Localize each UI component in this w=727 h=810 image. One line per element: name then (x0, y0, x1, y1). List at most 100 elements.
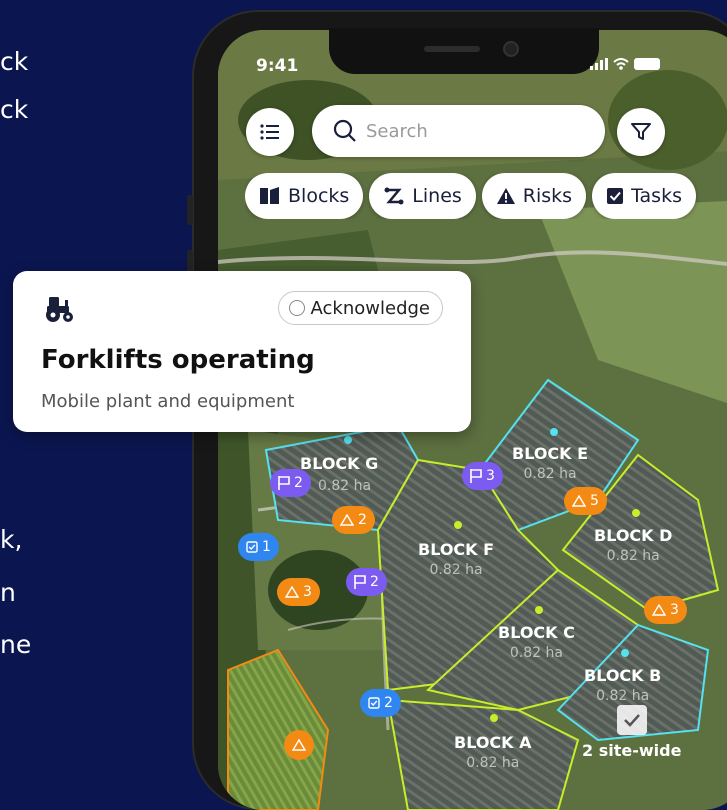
warning-icon (652, 604, 666, 616)
block-d-name: BLOCK D (594, 526, 673, 545)
flag-badge-block-g[interactable]: 2 (270, 469, 311, 497)
task-check-icon (246, 541, 258, 553)
card-subtitle: Mobile plant and equipment (41, 391, 295, 412)
block-g-area: 0.82 ha (318, 478, 372, 494)
block-e-marker (550, 428, 558, 436)
flag-badge-count: 3 (486, 468, 495, 484)
task-badge-block-a[interactable]: 2 (360, 689, 401, 717)
blocks-icon (260, 187, 279, 204)
front-camera (503, 41, 519, 57)
block-d-label[interactable]: BLOCK D 0.82 ha (594, 526, 672, 566)
block-g-name: BLOCK G (300, 454, 379, 473)
risk-marker-orange-block[interactable] (284, 730, 314, 760)
card-title: Forklifts operating (41, 345, 315, 375)
block-b-name: BLOCK B (584, 666, 662, 685)
block-c-marker (535, 606, 543, 614)
warning-icon (572, 495, 586, 507)
chip-risks[interactable]: Risks (481, 173, 587, 219)
acknowledge-radio-icon (288, 300, 305, 316)
block-e-name: BLOCK E (512, 444, 589, 463)
task-check-icon (368, 697, 380, 709)
list-icon (260, 124, 279, 140)
status-time: 9:41 (256, 56, 299, 76)
filter-button[interactable] (617, 108, 665, 156)
block-g-label[interactable]: BLOCK G (300, 454, 378, 474)
risk-badge-count: 3 (303, 584, 312, 600)
block-c-name: BLOCK C (498, 623, 575, 642)
battery-icon (634, 58, 660, 70)
chip-blocks-label: Blocks (288, 185, 350, 207)
block-c-label[interactable]: BLOCK C 0.82 ha (498, 623, 575, 663)
wifi-icon (613, 58, 629, 70)
block-b-label[interactable]: BLOCK B 0.82 ha (584, 666, 661, 706)
signal-icon (590, 58, 608, 70)
filter-icon (631, 123, 651, 140)
acknowledge-label: Acknowledge (310, 297, 430, 319)
block-d-marker (632, 509, 640, 517)
warning-icon (292, 739, 306, 751)
risk-badge-count: 3 (670, 602, 679, 618)
block-a-label[interactable]: BLOCK A 0.82 ha (454, 733, 532, 773)
chip-tasks-label: Tasks (631, 185, 682, 207)
block-d-area: 0.82 ha (606, 548, 660, 564)
search-icon (333, 119, 356, 142)
phone-side-button (187, 195, 193, 225)
search-bar[interactable]: Search (312, 105, 605, 157)
block-a-area: 0.82 ha (466, 755, 520, 771)
phone-notch (329, 28, 599, 74)
site-wide-tasks[interactable]: 2 site-wide (582, 705, 681, 760)
block-f-marker (454, 521, 462, 529)
task-badge-left[interactable]: 1 (238, 533, 279, 561)
flag-badge-block-e[interactable]: 3 (462, 462, 503, 490)
background-text-line-4: n (0, 578, 16, 607)
task-check-icon (607, 188, 624, 204)
chip-risks-label: Risks (522, 185, 573, 207)
block-e-label[interactable]: BLOCK E 0.82 ha (512, 444, 588, 484)
filter-chips: Blocks Lines Risks Tasks (245, 173, 727, 219)
menu-button[interactable] (246, 108, 294, 156)
chip-lines[interactable]: Lines (369, 173, 476, 219)
warning-icon (285, 586, 299, 598)
flag-badge-count: 2 (370, 574, 379, 590)
search-input[interactable]: Search (366, 121, 428, 142)
site-wide-label: 2 site-wide (582, 741, 682, 760)
flag-icon (278, 476, 290, 490)
chip-lines-label: Lines (412, 185, 462, 207)
block-b-area: 0.82 ha (596, 688, 650, 704)
background-text-line-3: k, (0, 525, 23, 554)
lines-icon (384, 187, 404, 205)
block-c-area: 0.82 ha (509, 645, 563, 661)
background-text-line-5: ne (0, 630, 32, 659)
task-badge-count: 2 (384, 695, 393, 711)
speaker-grille (424, 46, 480, 52)
block-g-marker (344, 436, 352, 444)
risk-badge-count: 2 (358, 512, 367, 528)
risk-badge-left[interactable]: 3 (277, 578, 320, 606)
block-e-area: 0.82 ha (523, 466, 577, 482)
block-b-marker (621, 649, 629, 657)
task-badge-count: 1 (262, 539, 271, 555)
status-icons (590, 58, 660, 70)
risk-badge-count: 5 (590, 493, 599, 509)
block-f-name: BLOCK F (418, 540, 495, 559)
block-a-name: BLOCK A (454, 733, 532, 752)
risk-badge-block-e[interactable]: 5 (564, 487, 607, 515)
risk-badge-block-d[interactable]: 3 (644, 596, 687, 624)
background-text-line-2: ck (0, 95, 29, 124)
block-f-label[interactable]: BLOCK F 0.82 ha (418, 540, 494, 580)
chip-tasks[interactable]: Tasks (592, 173, 696, 219)
warning-icon (340, 514, 354, 526)
acknowledge-button[interactable]: Acknowledge (277, 291, 443, 325)
hazard-card[interactable]: Acknowledge Forklifts operating Mobile p… (13, 271, 471, 432)
flag-icon (354, 575, 366, 589)
flag-badge-middle[interactable]: 2 (346, 568, 387, 596)
block-a-marker (490, 714, 498, 722)
chip-blocks[interactable]: Blocks (245, 173, 364, 219)
warning-icon (496, 188, 515, 204)
risk-badge-block-g[interactable]: 2 (332, 506, 375, 534)
flag-icon (470, 469, 482, 483)
checkbox-icon (616, 705, 647, 735)
block-f-area: 0.82 ha (429, 562, 483, 578)
flag-badge-count: 2 (294, 475, 303, 491)
background-text-line-1: ck (0, 47, 29, 76)
